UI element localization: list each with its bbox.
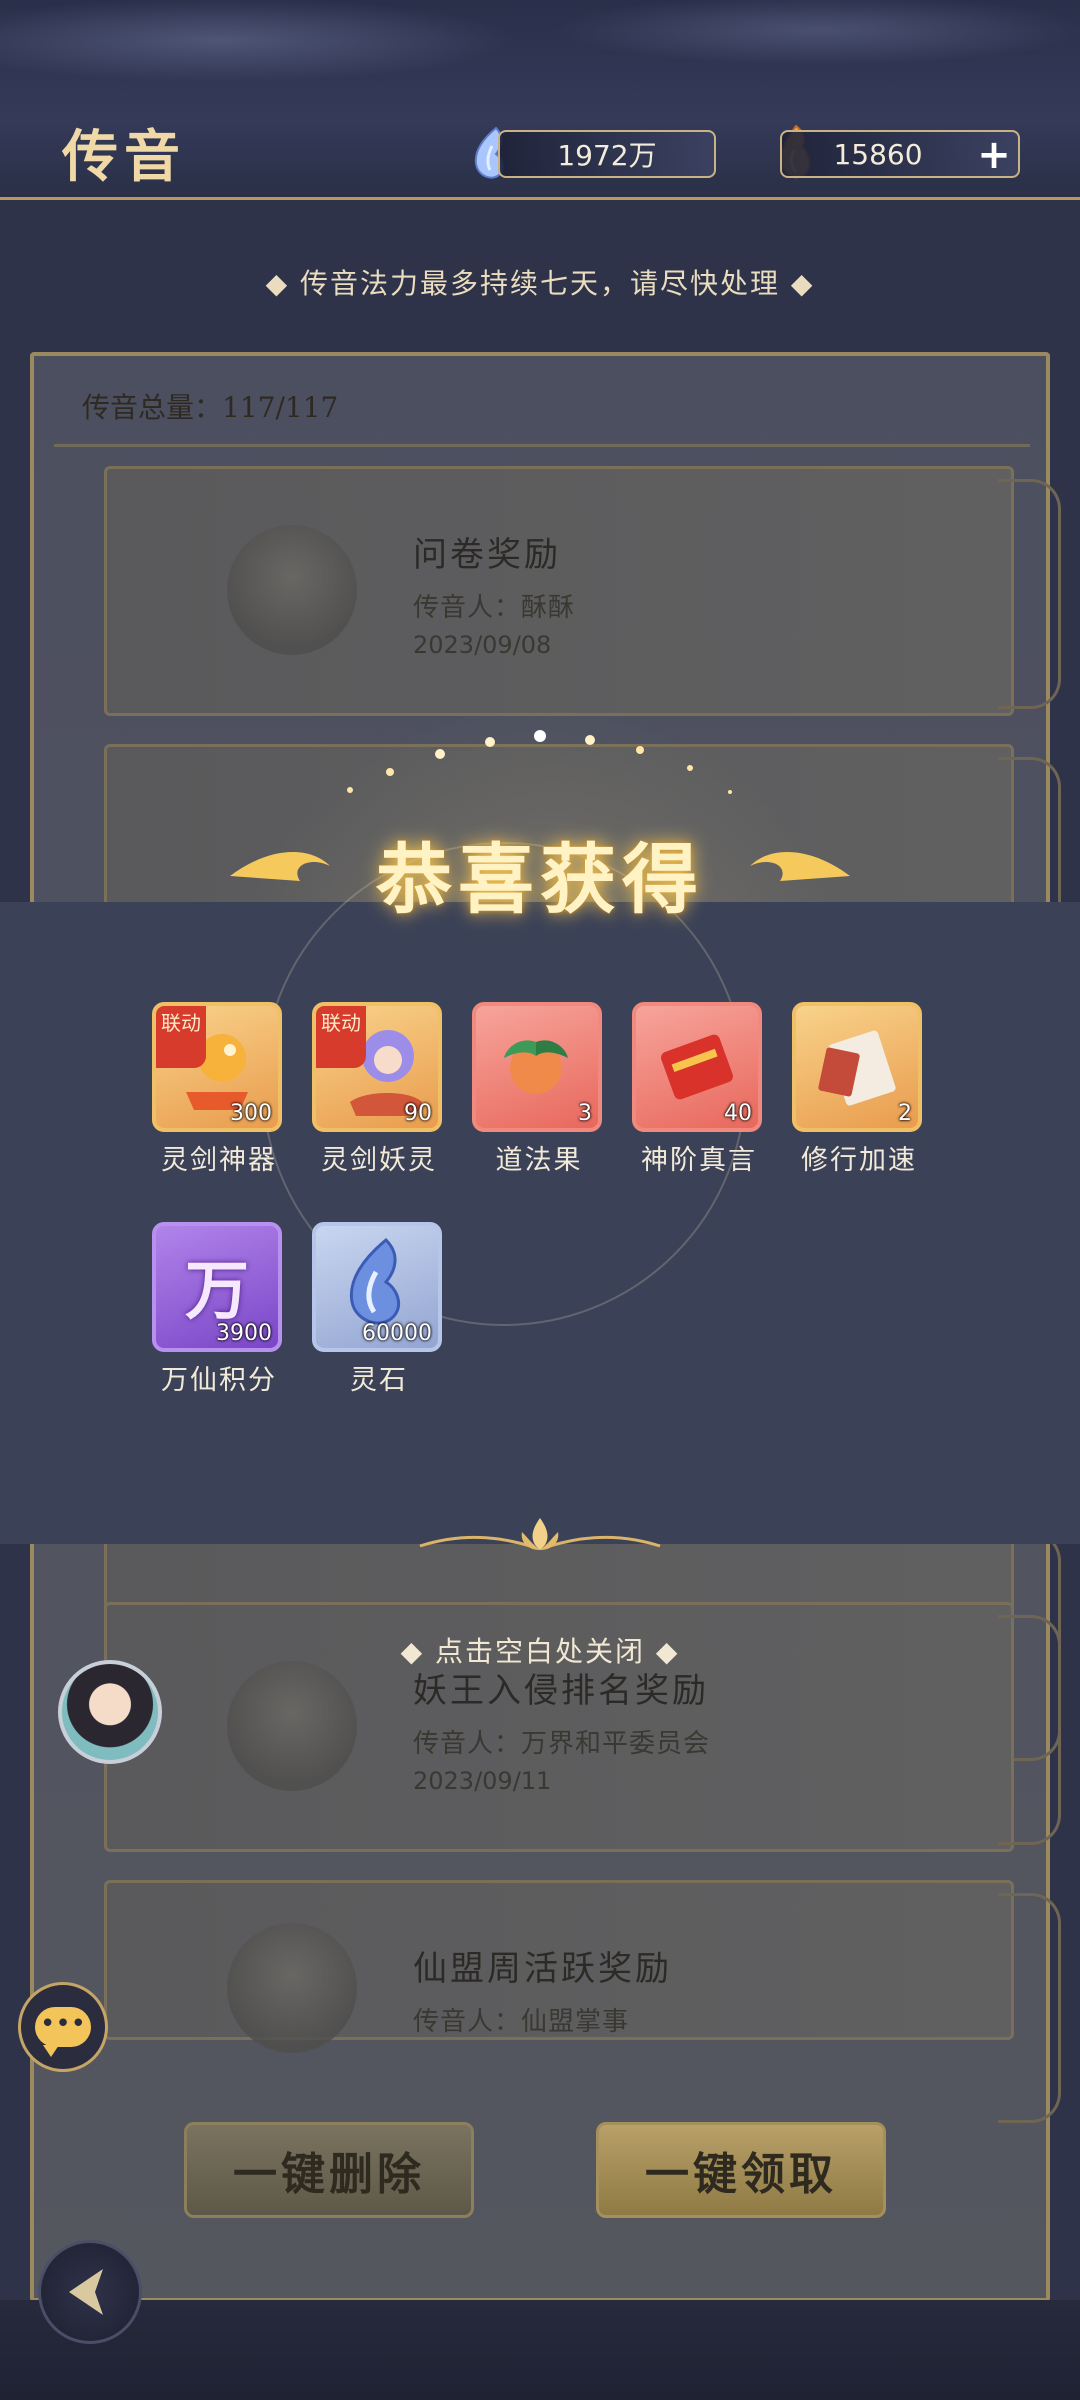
flame-crystal-amount: 15860 xyxy=(833,137,923,171)
mail-total-count: 传音总量：117/117 xyxy=(82,391,339,424)
reward-quantity: 3900 xyxy=(216,1321,272,1346)
sender-avatar xyxy=(227,1661,357,1791)
back-button[interactable] xyxy=(38,2240,142,2344)
reward-name: 修行加速 xyxy=(801,1145,917,1176)
spirit-stone-amount: 1972万 xyxy=(557,139,657,172)
reward-item[interactable]: 万 3900 万仙积分 xyxy=(152,1222,286,1397)
reward-item[interactable]: 40 神阶真言 xyxy=(632,1002,766,1177)
top-bar: 传音 1972万 15860 + xyxy=(0,0,1080,200)
reward-tile: 60000 xyxy=(312,1222,442,1352)
lotus-divider-icon xyxy=(419,1518,661,1550)
mail-sender: 传音人：万界和平委员会 xyxy=(413,1729,711,1759)
sender-avatar xyxy=(227,1923,357,2053)
congrats-banner: 恭喜获得 xyxy=(230,808,850,924)
reward-quantity: 300 xyxy=(230,1101,272,1126)
reward-name: 灵石 xyxy=(350,1365,408,1396)
reward-tile: 3 xyxy=(472,1002,602,1132)
reward-tile: 2 xyxy=(792,1002,922,1132)
spirit-stone-counter: 1972万 xyxy=(498,130,716,178)
mail-date: 2023/09/08 xyxy=(413,631,552,659)
assistant-avatar-button[interactable] xyxy=(58,1660,162,1764)
mail-date: 2023/09/11 xyxy=(413,1767,552,1795)
mail-title: 仙盟周活跃奖励 xyxy=(413,1949,672,1989)
reward-tile: 万 3900 xyxy=(152,1222,282,1352)
back-arrow-icon xyxy=(69,2269,103,2315)
close-hint[interactable]: ◆ 点击空白处关闭 ◆ xyxy=(0,1630,1080,1670)
claim-all-button[interactable]: 一键领取 xyxy=(596,2122,886,2218)
bottom-bar xyxy=(0,2300,1080,2400)
reward-name: 道法果 xyxy=(495,1145,583,1176)
reward-name: 灵剑神器 xyxy=(161,1145,277,1176)
reward-quantity: 2 xyxy=(898,1101,912,1126)
reward-name: 神阶真言 xyxy=(641,1145,757,1176)
reward-item[interactable]: 60000 灵石 xyxy=(312,1222,446,1397)
collab-badge: 联动 xyxy=(316,1006,366,1068)
reward-item[interactable]: 联动 90 灵剑妖灵 xyxy=(312,1002,446,1177)
chat-button[interactable]: ••• xyxy=(18,1982,108,2072)
reward-quantity: 90 xyxy=(404,1101,432,1126)
mail-item[interactable]: 仙盟周活跃奖励 传音人：仙盟掌事 xyxy=(104,1880,1061,2123)
sender-avatar xyxy=(227,525,357,655)
spark-trail-decoration xyxy=(347,730,732,794)
mail-sender: 传音人：仙盟掌事 xyxy=(413,2007,630,2037)
reward-tile: 40 xyxy=(632,1002,762,1132)
chat-dots: ••• xyxy=(39,2009,86,2039)
mail-title: 妖王入侵排名奖励 xyxy=(413,1671,709,1711)
page-title: 传音 xyxy=(62,124,186,190)
reward-quantity: 3 xyxy=(578,1101,592,1126)
mail-sender: 传音人：酥酥 xyxy=(413,593,576,623)
reward-item[interactable]: 联动 300 灵剑神器 xyxy=(152,1002,286,1177)
congrats-title: 恭喜获得 xyxy=(376,835,704,924)
reward-tile: 联动 300 xyxy=(152,1002,282,1132)
delete-all-button[interactable]: 一键删除 xyxy=(184,2122,474,2218)
immortal-points-icon: 万 xyxy=(185,1254,249,1329)
reward-item[interactable]: 2 修行加速 xyxy=(792,1002,926,1177)
add-currency-button[interactable]: + xyxy=(976,135,1012,175)
reward-name: 灵剑妖灵 xyxy=(321,1145,437,1176)
chat-bubble-icon: ••• xyxy=(35,2007,91,2057)
expiry-notice: ◆ 传音法力最多持续七天，请尽快处理 ◆ xyxy=(265,267,815,300)
collab-badge: 联动 xyxy=(156,1006,206,1068)
mail-title: 问卷奖励 xyxy=(413,535,561,575)
reward-quantity: 40 xyxy=(724,1101,752,1126)
reward-tile: 联动 90 xyxy=(312,1002,442,1132)
mail-item[interactable]: 问卷奖励 传音人：酥酥 2023/09/08 xyxy=(104,466,1061,716)
reward-item[interactable]: 3 道法果 xyxy=(472,1002,606,1177)
reward-name: 万仙积分 xyxy=(161,1365,277,1396)
reward-quantity: 60000 xyxy=(362,1321,432,1346)
